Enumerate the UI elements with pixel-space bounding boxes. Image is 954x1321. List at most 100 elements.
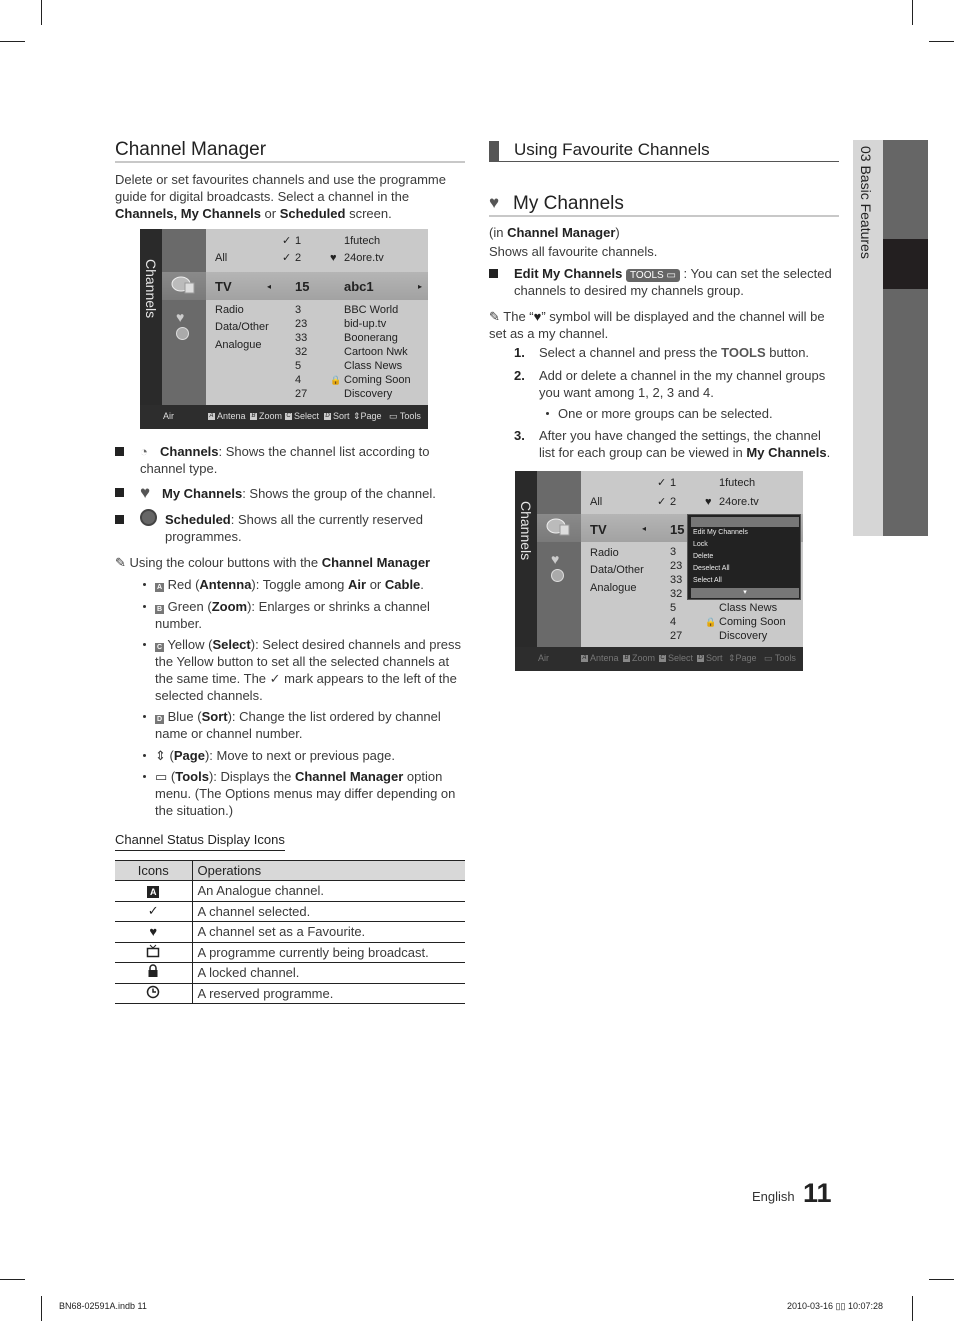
heart-icon[interactable]: ♥: [551, 551, 559, 567]
header-icons: Icons: [115, 860, 193, 881]
zoom-button[interactable]: B Zoom: [250, 411, 282, 421]
satellite-icon[interactable]: [545, 517, 571, 537]
header-operations: Operations: [192, 860, 465, 881]
file-info: BN68-02591A.indb 11: [59, 1301, 147, 1311]
lock-icon: 🔒: [330, 375, 342, 385]
bullet-square: [115, 488, 124, 497]
heart-icon: ♥: [489, 193, 500, 212]
title-rule: [489, 215, 839, 217]
screen-sidebar: Channels: [140, 229, 162, 405]
crop-mark: [912, 1296, 913, 1321]
arrow-left-icon[interactable]: ◂: [267, 280, 271, 294]
table-row: A programme currently being broadcast.: [115, 942, 465, 963]
section-title-favourite: Using Favourite Channels: [514, 140, 710, 159]
subsection-title-my-channels: My Channels: [513, 193, 624, 214]
step-3: After you have changed the settings, the…: [539, 428, 831, 460]
channel-item[interactable]: 1futech: [344, 234, 380, 248]
intro-paragraph: Delete or set favourites channels and us…: [115, 172, 446, 221]
page-updown-icon: ⇕: [155, 748, 166, 763]
menu-item-edit-my-channels[interactable]: Edit My Channels: [693, 529, 748, 536]
source-air[interactable]: Air: [163, 411, 174, 421]
colour-item-red: A Red (Antenna): Toggle among Air or Cab…: [155, 577, 424, 592]
channel-item[interactable]: Cartoon Nwk: [344, 345, 408, 359]
chapter-tab-marker: [883, 239, 928, 289]
heart-icon: ♥: [115, 921, 193, 943]
bullet-my-channels: ♥ My Channels: Shows the group of the cha…: [140, 483, 436, 502]
heart-icon: ♥: [140, 483, 151, 502]
channel-item[interactable]: Class News: [344, 359, 402, 373]
channel-item[interactable]: BBC World: [344, 303, 398, 317]
screen-sidebar: Channels: [515, 471, 537, 647]
arrow-left-icon[interactable]: ◂: [642, 522, 646, 536]
channel-item[interactable]: 24ore.tv: [344, 251, 384, 265]
title-rule: [115, 161, 465, 163]
sub-bullet: One or more groups can be selected.: [558, 406, 773, 421]
crop-mark: [41, 0, 42, 25]
bullet-square: [115, 515, 124, 524]
bullet-channels: ◔ Channels: Shows the channel list accord…: [140, 444, 430, 476]
heart-icon[interactable]: ♥: [176, 309, 184, 325]
category-analogue[interactable]: Analogue: [215, 338, 262, 352]
check-icon: ✓: [282, 235, 292, 247]
context-note: (in Channel Manager): [489, 225, 620, 240]
channel-item[interactable]: Boonerang: [344, 331, 398, 345]
bullet-square: [115, 447, 124, 456]
category-radio[interactable]: Radio: [215, 303, 244, 317]
screen-footer: Air A Antena B Zoom C Select D Sort ⇕Page ▭ …: [515, 647, 803, 671]
table-row: ✓ A channel selected.: [115, 901, 465, 922]
satellite-channels-icon: ◔: [140, 444, 148, 459]
colour-item-blue: D Blue (Sort): Change the list ordered b…: [155, 709, 441, 741]
check-icon: ✓: [657, 496, 667, 508]
antenna-button[interactable]: A Antena: [208, 411, 246, 421]
heart-icon: ♥: [330, 252, 337, 264]
status-icons-title: Channel Status Display Icons: [115, 831, 285, 851]
satellite-icon[interactable]: [170, 275, 196, 295]
channel-item[interactable]: Coming Soon: [344, 373, 411, 387]
clock-icon[interactable]: [551, 569, 564, 582]
menu-item-lock[interactable]: Lock: [693, 541, 708, 548]
check-icon: ✓: [657, 477, 667, 489]
crop-mark: [929, 1279, 954, 1280]
pencil-note-icon: ✎: [115, 555, 126, 570]
table-row: A locked channel.: [115, 962, 465, 984]
table-row: ♥ A channel set as a Favourite.: [115, 921, 465, 943]
channel-manager-screen: Channels ♥ All TV ◂ Radio Data/Other Ana…: [140, 229, 428, 429]
arrow-right-icon[interactable]: ▸: [418, 280, 422, 294]
scroll-down-icon[interactable]: ▾: [691, 588, 799, 598]
crop-mark: [41, 1296, 42, 1321]
tools-icon: ▭: [155, 769, 168, 784]
category-data-other[interactable]: Data/Other: [215, 320, 269, 334]
menu-item-delete[interactable]: Delete: [693, 553, 713, 560]
clock-icon: [140, 509, 157, 526]
crop-mark: [929, 41, 954, 42]
select-button[interactable]: C Select: [285, 411, 319, 421]
sort-button[interactable]: D Sort: [324, 411, 350, 421]
note-heart-symbol: ✎ The “♥” symbol will be displayed and t…: [489, 309, 825, 341]
page-button[interactable]: ⇕Page: [353, 411, 382, 422]
clock-icon[interactable]: [176, 327, 189, 340]
table-row: A reserved programme.: [115, 983, 465, 1004]
section-title-channel-manager: Channel Manager: [115, 139, 267, 160]
check-icon: ✓: [115, 901, 193, 922]
bullet-square: [489, 269, 498, 278]
channel-item[interactable]: Discovery: [344, 387, 392, 401]
channel-item[interactable]: bid-up.tv: [344, 317, 386, 331]
colour-item-green: B Green (Zoom): Enlarges or shrinks a ch…: [155, 599, 430, 631]
menu-item-select-all[interactable]: Select All: [693, 577, 722, 584]
tools-button[interactable]: ▭ Tools: [389, 411, 421, 422]
note-colour-buttons: ✎ Using the colour buttons with the Chan…: [115, 555, 431, 570]
title-rule: [489, 161, 839, 162]
colour-item-yellow: C Yellow (Select): Select desired channe…: [155, 637, 462, 703]
bullet-scheduled: Scheduled: Shows all the currently reser…: [165, 512, 423, 544]
yellow-key-icon: C: [155, 643, 164, 652]
category-all[interactable]: All: [215, 251, 227, 265]
category-tv[interactable]: TV: [215, 280, 232, 294]
tools-badge: TOOLS ▭: [625, 269, 680, 282]
status-icons-table: Icons Operations A An Analogue channel. …: [115, 860, 465, 1004]
check-icon: ✓: [269, 671, 281, 686]
channel-item-selected[interactable]: abc1: [344, 280, 374, 294]
print-timestamp: 2010-03-16 ▯▯ 10:07:28: [787, 1301, 883, 1311]
chapter-label: 03 Basic Features: [858, 146, 874, 259]
crop-mark: [0, 1279, 25, 1280]
menu-item-deselect-all[interactable]: Deselect All: [693, 565, 730, 572]
